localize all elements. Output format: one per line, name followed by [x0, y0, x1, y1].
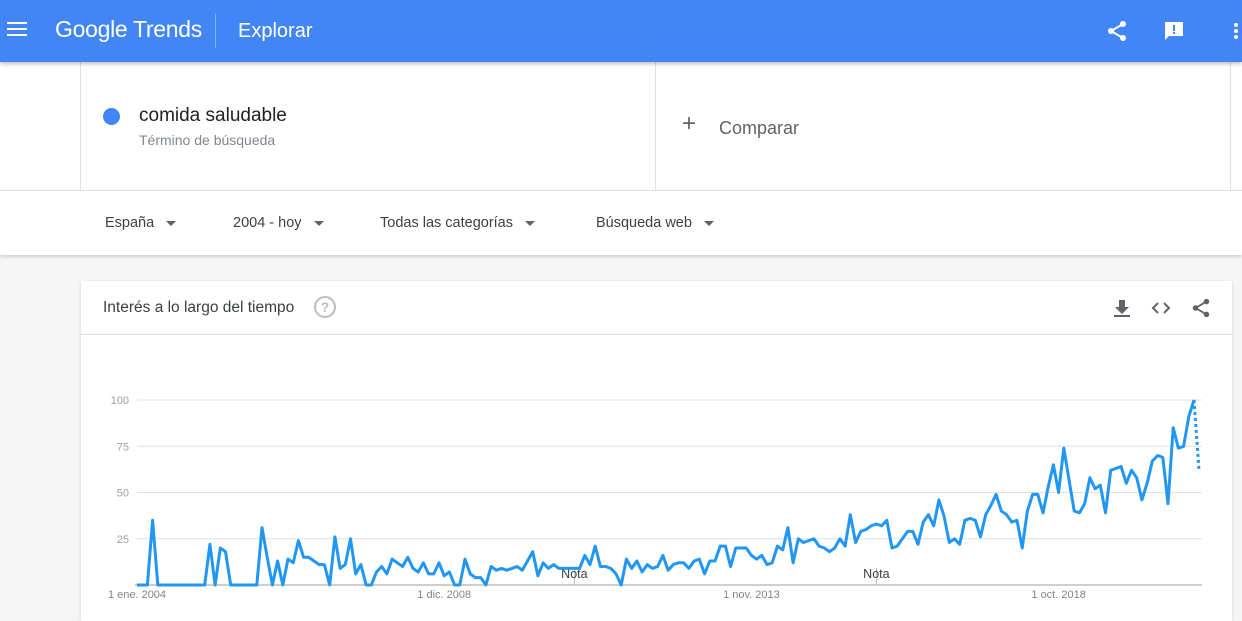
search-type-dropdown[interactable]: Búsqueda web [596, 215, 714, 231]
header-divider [215, 14, 216, 48]
compare-button[interactable]: + Comparar [656, 62, 1231, 190]
search-type-label: Búsqueda web [596, 215, 692, 231]
plus-icon: + [682, 110, 697, 137]
download-icon[interactable] [1111, 297, 1133, 319]
compare-label: Comparar [719, 118, 800, 138]
caret-down-icon [525, 220, 535, 226]
menu-icon[interactable] [7, 22, 27, 38]
brand-logo[interactable]: Google Trends [55, 16, 202, 43]
interest-over-time-card: Interés a lo largo del tiempo ? [81, 281, 1232, 621]
page-title: Explorar [238, 20, 313, 42]
top-app-bar: Google Trends Explorar [0, 0, 1242, 62]
card-title: Interés a lo largo del tiempo [103, 299, 295, 316]
feedback-icon[interactable] [1162, 19, 1186, 43]
filters-bar: España 2004 - hoy Todas las categorías B… [0, 190, 1242, 255]
region-dropdown[interactable]: España [105, 215, 177, 231]
help-icon[interactable]: ? [314, 296, 336, 318]
share-icon[interactable] [1105, 19, 1129, 43]
card-header: Interés a lo largo del tiempo ? [81, 281, 1232, 335]
embed-icon[interactable] [1150, 297, 1172, 319]
category-label: Todas las categorías [380, 215, 513, 231]
caret-down-icon [313, 220, 324, 226]
search-panel: comida saludable Término de búsqueda + C… [0, 62, 1242, 190]
caret-down-icon [703, 220, 714, 226]
apps-icon[interactable] [1232, 19, 1242, 43]
region-label: España [105, 215, 155, 231]
caret-down-icon [166, 220, 177, 226]
period-dropdown[interactable]: 2004 - hoy [233, 215, 324, 231]
period-label: 2004 - hoy [233, 215, 302, 231]
search-term-name[interactable]: comida saludable [139, 105, 287, 127]
category-dropdown[interactable]: Todas las categorías [380, 215, 535, 231]
search-term-type: Término de búsqueda [139, 132, 276, 148]
search-term-card[interactable]: comida saludable Término de búsqueda [80, 62, 656, 190]
share-icon[interactable] [1190, 297, 1212, 319]
term-color-dot [103, 108, 120, 125]
